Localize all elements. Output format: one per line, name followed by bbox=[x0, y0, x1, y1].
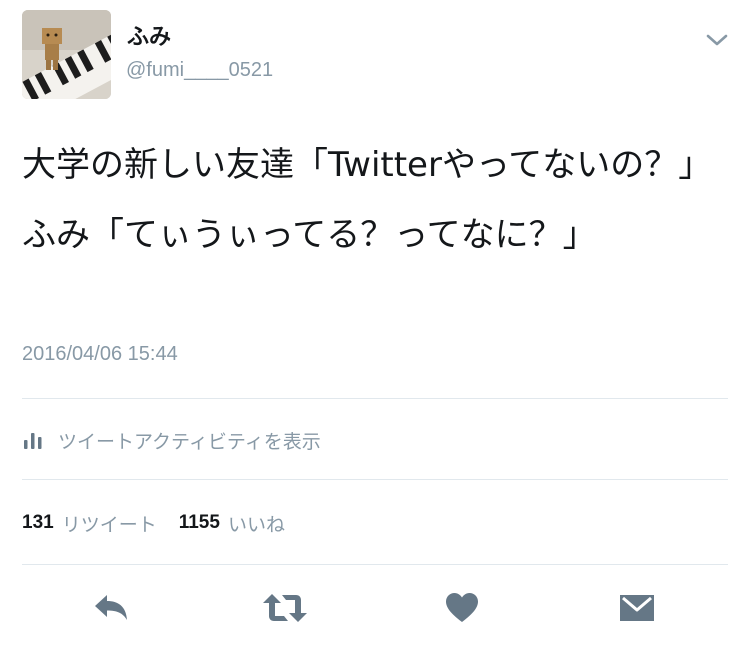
like-count[interactable]: 1155 bbox=[179, 512, 220, 534]
retweet-button[interactable] bbox=[260, 585, 310, 631]
avatar-image bbox=[22, 10, 111, 99]
tweet-line-1: 大学の新しい友達「Twitterやってないの？」 bbox=[22, 145, 713, 185]
view-activity-label: ツイートアクティビティを表示 bbox=[58, 430, 321, 453]
heart-icon bbox=[446, 593, 478, 622]
divider bbox=[22, 398, 728, 399]
avatar[interactable] bbox=[22, 10, 111, 99]
envelope-icon bbox=[620, 595, 654, 621]
direct-message-button[interactable] bbox=[612, 585, 662, 631]
tweet-detail: ふみ @fumi____0521 大学の新しい友達「Twitterやってないの？… bbox=[0, 0, 750, 647]
retweet-label[interactable]: リツイート bbox=[62, 510, 157, 537]
retweet-icon bbox=[263, 594, 307, 622]
user-handle[interactable]: @fumi____0521 bbox=[126, 58, 273, 82]
action-bar bbox=[0, 585, 750, 635]
tweet-timestamp[interactable]: 2016/04/06 15:44 bbox=[22, 343, 178, 366]
tweet-line-2: ふみ「てぃうぃってる？ってなに？」 bbox=[22, 215, 597, 255]
display-name[interactable]: ふみ bbox=[127, 24, 171, 52]
view-activity-link[interactable]: ツイートアクティビティを表示 bbox=[22, 425, 321, 455]
divider bbox=[22, 479, 728, 480]
tweet-stats: 131 リツイート 1155 いいね bbox=[22, 508, 307, 538]
divider bbox=[22, 564, 728, 565]
chevron-down-icon[interactable] bbox=[704, 30, 730, 50]
like-button[interactable] bbox=[437, 585, 487, 631]
like-label[interactable]: いいね bbox=[228, 510, 285, 537]
reply-icon bbox=[95, 595, 127, 620]
tweet-text: 大学の新しい友達「Twitterやってないの？」 ふみ「てぃうぃってる？ってなに… bbox=[22, 140, 722, 280]
bar-chart-icon bbox=[24, 433, 42, 449]
reply-button[interactable] bbox=[86, 585, 136, 631]
retweet-count[interactable]: 131 bbox=[22, 512, 54, 534]
